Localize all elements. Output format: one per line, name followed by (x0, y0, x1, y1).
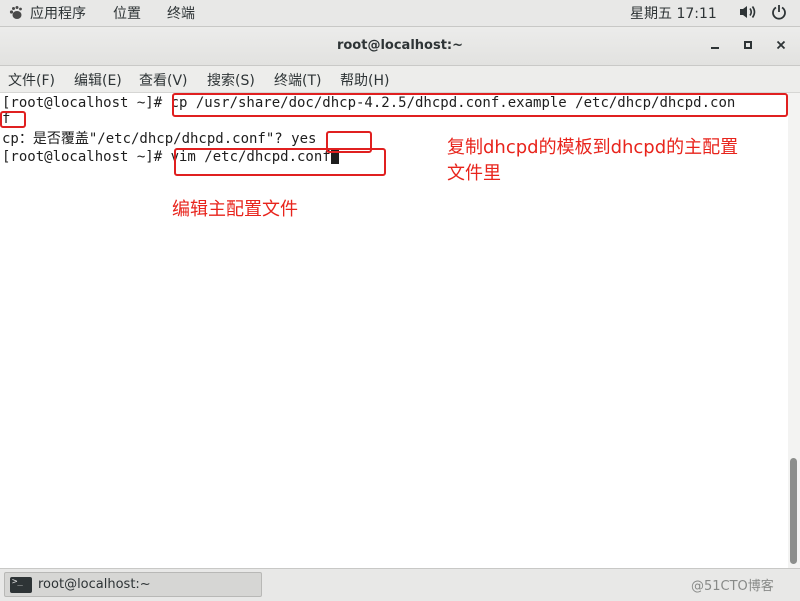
menubar: 文件(F) 编辑(E) 查看(V) 搜索(S) 终端(T) 帮助(H) (0, 66, 800, 93)
volume-icon[interactable] (739, 4, 757, 20)
minimize-button[interactable] (707, 37, 723, 53)
watermark: @51CTO博客 (691, 579, 774, 594)
applications-menu[interactable]: 应用程序 (8, 3, 86, 23)
menu-search[interactable]: 搜索(S) (207, 70, 255, 90)
maximize-icon (744, 41, 752, 49)
power-icon[interactable] (771, 4, 787, 20)
menu-help[interactable]: 帮助(H) (340, 70, 389, 90)
taskbar: root@localhost:~ @51CTO博客 (0, 568, 800, 601)
terminal-line-overwrite-prompt: cp：是否覆盖"/etc/dhcp/dhcpd.conf"? yes (2, 131, 317, 147)
taskbar-item-label: root@localhost:~ (38, 577, 151, 592)
annotation-copy-template: 复制dhcpd的模板到dhcpd的主配置 文件里 (447, 135, 738, 187)
maximize-button[interactable] (740, 37, 756, 53)
gnome-foot-icon (9, 6, 22, 19)
menu-file[interactable]: 文件(F) (8, 70, 55, 90)
menu-edit[interactable]: 编辑(E) (74, 70, 122, 90)
terminal-app-menu[interactable]: 终端 (167, 3, 195, 23)
window-title: root@localhost:~ (336, 38, 464, 53)
window-titlebar[interactable]: root@localhost:~ (0, 27, 800, 66)
menu-terminal[interactable]: 终端(T) (274, 70, 321, 90)
highlight-cp-command (172, 93, 788, 117)
close-button[interactable] (773, 37, 789, 53)
applications-label: 应用程序 (30, 6, 86, 22)
places-menu[interactable]: 位置 (113, 3, 141, 23)
highlight-vim-command (174, 148, 386, 176)
top-panel: 应用程序 位置 终端 星期五 17:11 (0, 0, 800, 27)
annotation-copy-line1: 复制dhcpd的模板到dhcpd的主配置 (447, 137, 739, 158)
close-icon (776, 40, 786, 50)
scrollbar-thumb[interactable] (790, 458, 797, 564)
system-tray[interactable] (739, 4, 787, 20)
clock[interactable]: 星期五 17:11 (630, 3, 717, 23)
terminal-output[interactable]: [root@localhost ~]# cp /usr/share/doc/dh… (0, 93, 788, 568)
terminal-icon (10, 576, 32, 593)
taskbar-window-item[interactable]: root@localhost:~ (4, 572, 262, 597)
menu-view[interactable]: 查看(V) (139, 70, 188, 90)
highlight-cp-wrap (0, 111, 26, 128)
annotation-edit-config: 编辑主配置文件 (172, 199, 298, 220)
annotation-copy-line2: 文件里 (447, 163, 501, 184)
minimize-icon (711, 47, 719, 49)
